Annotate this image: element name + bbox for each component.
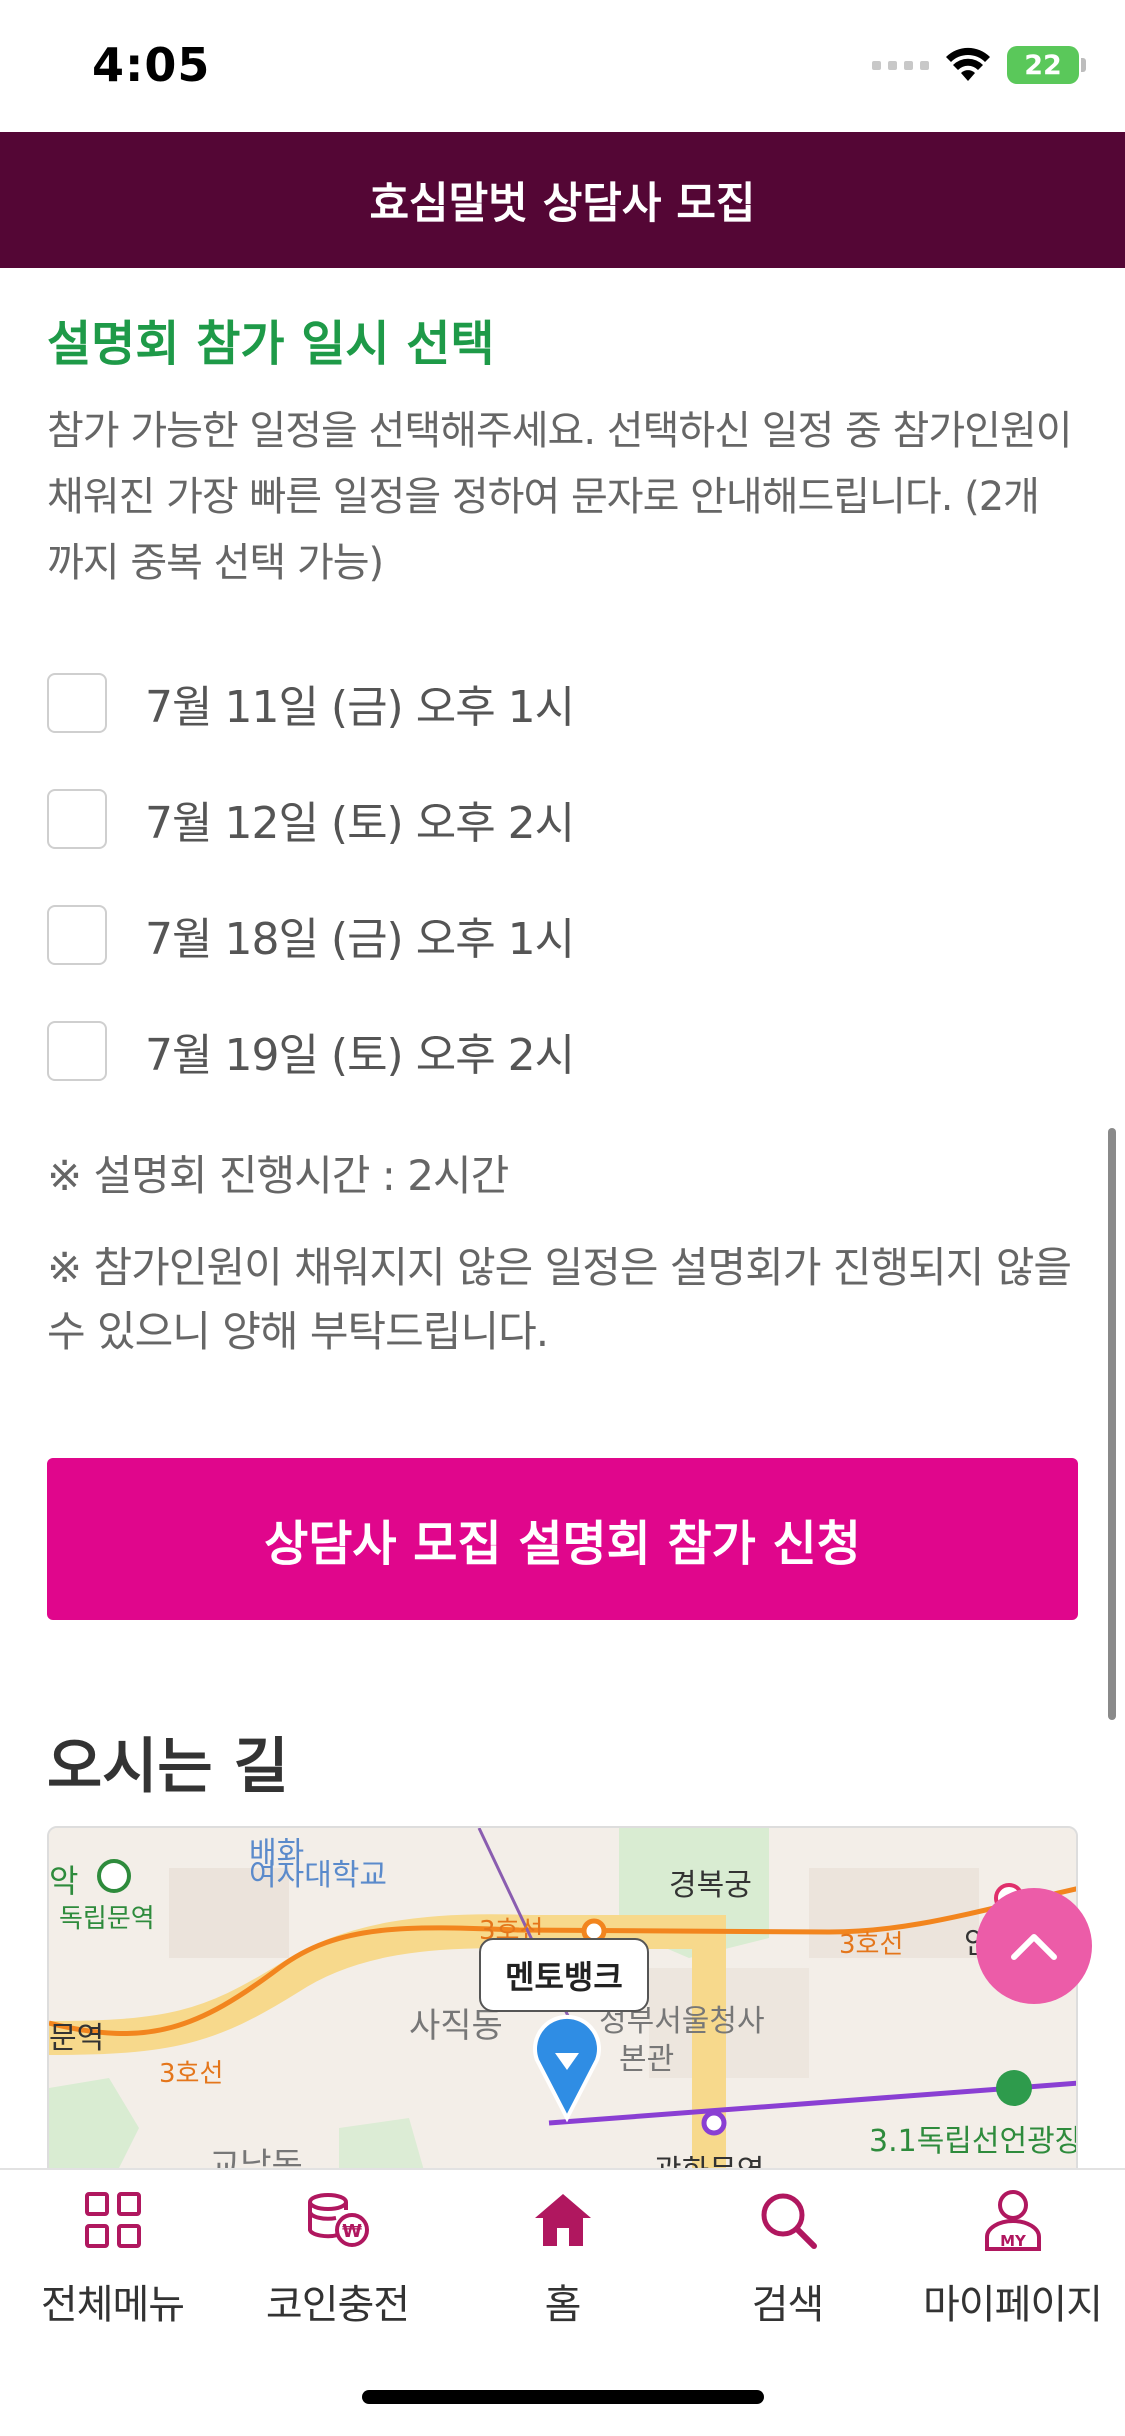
- section-title: 설명회 참가 일시 선택: [47, 316, 495, 372]
- cellular-signal-icon: [872, 60, 929, 70]
- map-label-line3-b: 3호선: [839, 1930, 904, 1960]
- map-label-dongnimmun-top: 악: [49, 1862, 79, 1900]
- main-content[interactable]: 설명회 참가 일시 선택 참가 가능한 일정을 선택해주세요. 선택하신 일정 …: [0, 268, 1125, 2168]
- date-checkbox-3[interactable]: [47, 905, 107, 965]
- date-checkbox-2[interactable]: [47, 789, 107, 849]
- page-title: 효심말벗 상담사 모집: [369, 179, 756, 229]
- app-header: 효심말벗 상담사 모집: [0, 132, 1125, 268]
- map-label-station-left: 문역: [49, 2021, 105, 2056]
- tab-label: 전체메뉴: [40, 2282, 185, 2328]
- coin-symbol: ₩: [342, 2221, 362, 2242]
- tab-label: 코인충전: [265, 2282, 410, 2328]
- my-page-icon: MY: [981, 2188, 1045, 2252]
- date-option-3[interactable]: 7월 18일 (금) 오후 1시: [47, 900, 747, 970]
- map-label-gov-sub: 본관: [619, 2042, 675, 2077]
- home-indicator: [362, 2390, 764, 2404]
- battery-icon: 22: [1007, 46, 1086, 84]
- search-icon: [756, 2188, 820, 2252]
- coin-icon: ₩: [306, 2188, 370, 2252]
- date-checkbox-1[interactable]: [47, 673, 107, 733]
- status-indicators: 22: [872, 46, 1086, 84]
- date-option-label: 7월 19일 (토) 오후 2시: [145, 1030, 575, 1081]
- map-label-dongnimmun: 독립문역: [59, 1904, 155, 1934]
- my-badge: MY: [1000, 2232, 1027, 2250]
- note-cancel: ※ 참가인원이 채워지지 않은 일정은 설명회가 진행되지 않을 수 있으니 양…: [47, 1243, 1072, 1356]
- scroll-top-button[interactable]: [976, 1888, 1092, 2004]
- map-label-gwanghwamun: 광화문역: [654, 2146, 764, 2168]
- map-label-univ: 여자대학교: [249, 1858, 387, 1893]
- note-duration: ※ 설명회 진행시간 : 2시간: [47, 1151, 509, 1200]
- scrollbar[interactable]: [1108, 1128, 1116, 1720]
- status-time: 4:05: [92, 38, 211, 92]
- status-bar: 4:05 22: [0, 0, 1125, 132]
- wifi-icon: [946, 47, 990, 81]
- date-option-1[interactable]: 7월 11일 (금) 오후 1시: [47, 668, 747, 738]
- tab-label: 검색: [751, 2282, 825, 2328]
- map-label-gyeongbokgung: 경복궁: [669, 1868, 752, 1903]
- grid-icon: [81, 2188, 145, 2252]
- date-option-label: 7월 12일 (토) 오후 2시: [145, 798, 575, 849]
- tab-search[interactable]: 검색: [675, 2188, 900, 2338]
- chevron-up-icon: [1011, 1934, 1057, 1960]
- date-option-label: 7월 11일 (금) 오후 1시: [145, 682, 575, 733]
- tab-coin-charge[interactable]: ₩ 코인충전: [225, 2188, 450, 2338]
- tab-label: 홈: [544, 2282, 582, 2328]
- tab-all-menu[interactable]: 전체메뉴: [0, 2188, 225, 2338]
- location-map[interactable]: 배화 여자대학교 악 독립문역 경복궁 3호선 3호선 3호선 문역 사직동 정…: [47, 1826, 1078, 2168]
- home-icon: [531, 2188, 595, 2252]
- schedule-description: 참가 가능한 일정을 선택해주세요. 선택하신 일정 중 참가인원이 채워진 가…: [47, 408, 1073, 586]
- date-option-4[interactable]: 7월 19일 (토) 오후 2시: [47, 1016, 747, 1086]
- apply-seminar-button[interactable]: 상담사 모집 설명회 참가 신청: [47, 1458, 1078, 1620]
- directions-title: 오시는 길: [47, 1732, 289, 1802]
- date-option-label: 7월 18일 (금) 오후 1시: [145, 914, 575, 965]
- date-option-2[interactable]: 7월 12일 (토) 오후 2시: [47, 784, 747, 854]
- tab-home[interactable]: 홈: [450, 2188, 675, 2338]
- tab-label: 마이페이지: [923, 2282, 1103, 2328]
- tab-my-page[interactable]: MY 마이페이지: [900, 2188, 1125, 2338]
- map-label-samil: 3.1독립선언광장: [869, 2124, 1078, 2159]
- map-label-line3-c: 3호선: [159, 2059, 224, 2089]
- date-checkbox-4[interactable]: [47, 1021, 107, 1081]
- map-label-gyonam: 교남동: [209, 2146, 303, 2168]
- map-marker-callout[interactable]: 멘토뱅크: [479, 1938, 649, 2012]
